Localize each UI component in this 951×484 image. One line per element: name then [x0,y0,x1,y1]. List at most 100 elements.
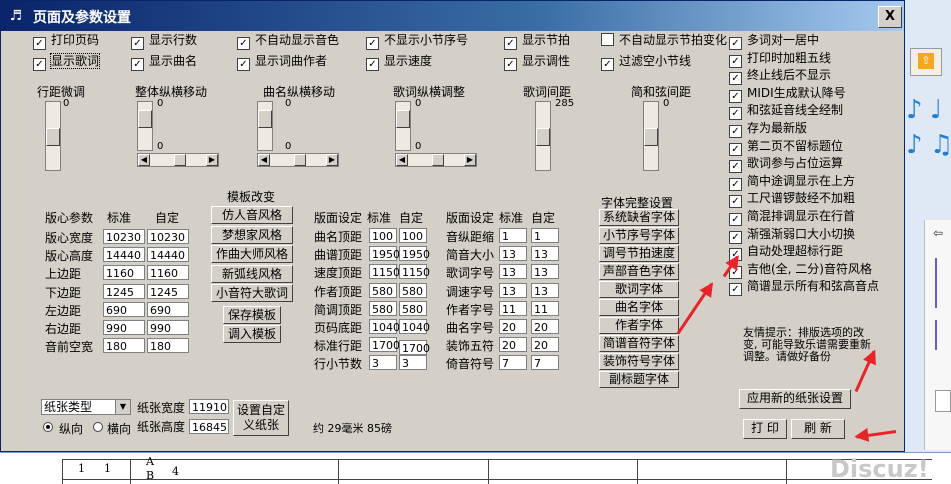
standard-field[interactable]: 10230 [103,229,145,244]
template-button[interactable]: 新弧线风格 [211,264,293,283]
template-button[interactable]: 梦想家风格 [211,225,293,244]
checkbox-box[interactable]: ✓ [729,107,742,121]
option-checkbox[interactable]: ✓ 工尺谱锣鼓经不加粗 [729,190,855,209]
standard-field[interactable]: 580 [369,282,397,298]
font-button[interactable]: 歌词字体 [599,281,679,298]
standard-field[interactable]: 20 [499,337,527,353]
custom-field[interactable]: 990 [147,320,189,335]
custom-field[interactable]: 13 [531,282,559,298]
option-checkbox[interactable]: ✓ 显示速度 [366,53,432,71]
standard-field[interactable]: 1245 [103,283,145,299]
lyric-adjust-h-slider[interactable]: ◀ ▶ [395,153,477,167]
template-button[interactable]: 调入模板 [223,325,281,343]
checkbox-box[interactable]: ✓ [237,37,250,50]
option-checkbox[interactable]: ✓ 显示调性 [504,53,570,71]
slider-thumb[interactable] [536,128,550,146]
slider-thumb[interactable] [46,128,60,146]
option-checkbox[interactable]: ✓ 简混排调显示在行首 [729,208,855,226]
custom-field[interactable]: 11 [531,300,559,316]
checkbox-box[interactable]: ✓ [729,89,742,103]
standard-field[interactable]: 7 [499,355,527,371]
standard-field[interactable]: 14440 [103,247,145,263]
apply-paper-button[interactable]: 应用新的纸张设置 [739,389,851,409]
template-button[interactable]: 小音符大歌词 [211,284,293,302]
option-checkbox[interactable]: ✓ 多词对一居中 [729,32,819,50]
custom-field[interactable]: 7 [531,355,559,371]
checkbox-box[interactable]: ✓ [729,283,742,297]
checkbox-box[interactable]: ✓ [601,58,614,71]
slider-thumb[interactable] [258,110,272,128]
custom-field[interactable]: 1040 [399,319,430,334]
option-checkbox[interactable]: ✓ 显示节拍 [504,32,570,50]
checkbox-box[interactable]: ✓ [729,37,742,50]
standard-field[interactable]: 1160 [103,265,145,281]
option-checkbox[interactable]: ✓ 不显示小节序号 [366,32,468,50]
refresh-button[interactable]: 刷 新 [791,419,845,439]
print-button[interactable]: 打 印 [743,419,787,439]
option-checkbox[interactable]: ✓ 简中途调显示在上方 [729,173,855,191]
standard-field[interactable]: 1150 [369,264,400,280]
font-button[interactable]: 小节序号字体 [599,227,679,244]
font-button[interactable]: 简谱音符字体 [599,335,679,352]
option-checkbox[interactable]: ✓ 简谱显示所有和弦高音点 [729,278,879,297]
standard-field[interactable]: 1040 [369,319,400,334]
option-checkbox[interactable]: ✓ 打印时加粗五线 [729,50,831,68]
custom-field[interactable]: 580 [399,282,427,298]
option-checkbox[interactable]: ✓ 显示行数 [131,32,197,50]
checkbox-box[interactable] [601,33,614,46]
slider-thumb[interactable] [138,110,152,128]
option-checkbox[interactable]: ✓ 第二页不留标题位 [729,138,843,156]
custom-field[interactable]: 180 [147,338,189,354]
checkbox-box[interactable]: ✓ [729,54,742,68]
close-button[interactable]: X [878,6,902,28]
template-button[interactable]: 作曲大师风格 [211,245,293,263]
standard-field[interactable]: 3 [369,355,397,371]
custom-field[interactable]: 1245 [147,283,189,299]
checkbox-box[interactable]: ✓ [33,37,46,50]
font-button[interactable]: 装饰符号字体 [599,353,679,370]
checkbox-box[interactable]: ✓ [729,195,742,209]
paper-width-field[interactable]: 11910 [189,399,229,414]
checkbox-box[interactable]: ✓ [366,58,379,71]
custom-field[interactable]: 20 [531,337,559,353]
font-button[interactable]: 调号节拍速度 [599,245,679,262]
custom-field[interactable]: 100 [399,228,427,243]
custom-field[interactable]: 3 [399,355,427,371]
standard-field[interactable]: 20 [499,319,527,334]
global-move-h-slider[interactable]: ◀ ▶ [137,153,219,167]
checkbox-box[interactable]: ✓ [729,160,742,174]
title-bar[interactable]: ♬ 页面及参数设置 X [1,1,904,31]
custom-field[interactable]: 1 [531,228,559,243]
upload-toolbar-button[interactable]: ⇧ [910,48,942,76]
option-checkbox[interactable]: ✓ 歌词参与占位运算 [729,155,843,174]
checkbox-box[interactable]: ✓ [33,58,46,71]
title-move-v-slider[interactable] [257,101,273,151]
chevron-down-icon[interactable]: ▼ [115,400,130,414]
custom-field[interactable]: 20 [531,319,559,334]
standard-field[interactable]: 1700 [369,337,400,353]
font-button[interactable]: 副标题字体 [599,371,679,388]
option-checkbox[interactable]: ✓ 显示词曲作者 [237,53,327,71]
checkbox-box[interactable]: ✓ [504,58,517,71]
option-checkbox[interactable]: ✓ 和弦延音线全经制 [729,102,843,121]
chord-spacing-slider[interactable] [643,101,659,171]
checkbox-box[interactable]: ✓ [729,213,742,226]
standard-field[interactable]: 580 [369,300,397,316]
checkbox-box[interactable]: ✓ [237,58,250,71]
standard-field[interactable]: 180 [103,338,145,354]
option-checkbox[interactable]: ✓ 不自动显示音色 [237,32,339,50]
checkbox-box[interactable]: ✓ [504,37,517,50]
custom-field[interactable]: 13 [531,264,559,280]
option-checkbox[interactable]: ✓ 显示歌词 [33,53,101,71]
template-button[interactable]: 仿人音风格 [211,206,293,224]
option-checkbox[interactable]: 不自动显示节拍变化 [601,32,727,48]
option-checkbox[interactable]: ✓ 自动处理超标行距 [729,243,843,262]
font-button[interactable]: 作者字体 [599,317,679,334]
custom-field[interactable]: 10230 [147,229,189,244]
slider-thumb[interactable] [396,110,410,128]
checkbox-box[interactable]: ✓ [131,37,144,50]
font-button[interactable]: 曲名字体 [599,299,679,316]
standard-field[interactable]: 13 [499,246,527,262]
custom-field[interactable]: 1160 [147,265,189,281]
standard-field[interactable]: 100 [369,228,397,243]
